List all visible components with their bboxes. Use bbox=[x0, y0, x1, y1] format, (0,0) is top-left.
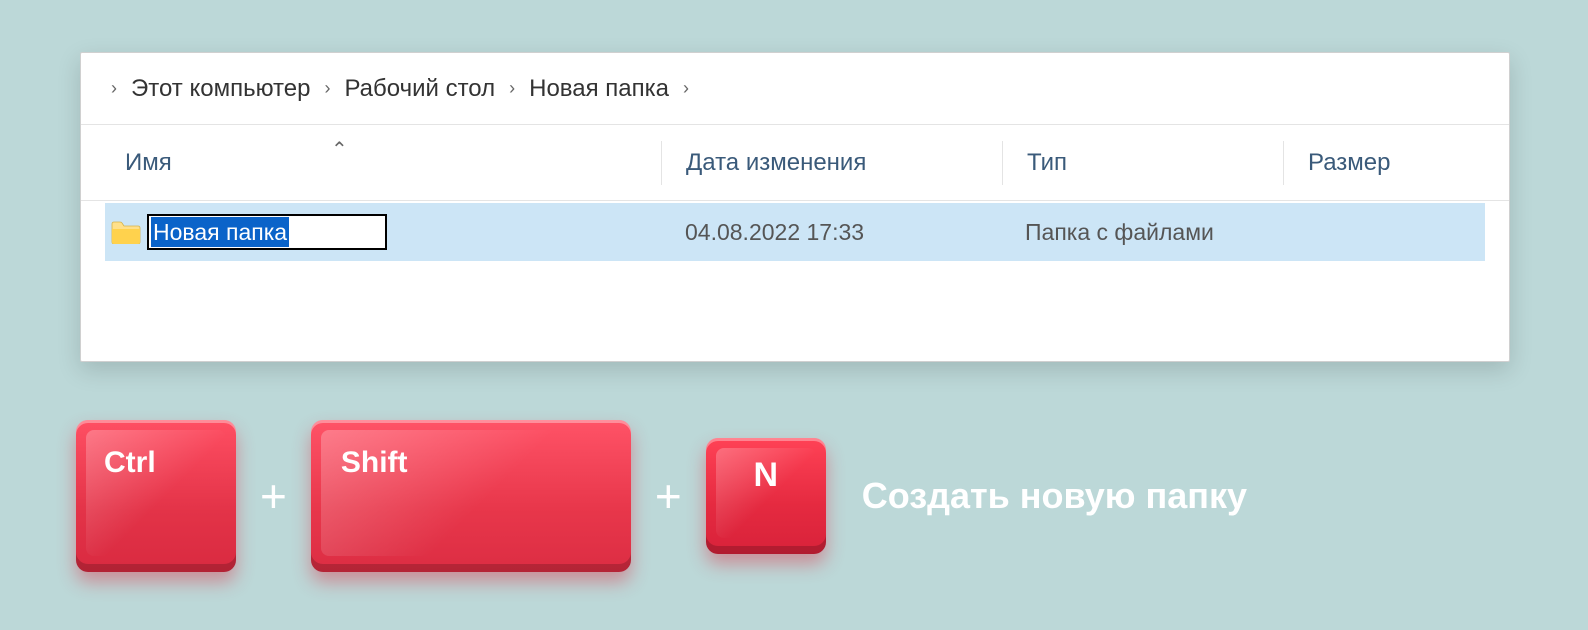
column-header-type[interactable]: Тип bbox=[1003, 149, 1283, 177]
breadcrumb[interactable]: › Этот компьютер › Рабочий стол › Новая … bbox=[81, 53, 1509, 125]
key-label: N bbox=[753, 456, 778, 495]
plus-separator: + bbox=[260, 469, 287, 523]
cell-type: Папка с файлами bbox=[1001, 219, 1281, 246]
file-row-selected[interactable]: Новая папка 04.08.2022 17:33 Папка с фай… bbox=[105, 203, 1485, 261]
key-label: Ctrl bbox=[104, 446, 156, 480]
column-header-label: Тип bbox=[1027, 149, 1067, 176]
explorer-window: › Этот компьютер › Рабочий стол › Новая … bbox=[80, 52, 1510, 362]
key-label: Shift bbox=[341, 446, 408, 480]
chevron-right-icon: › bbox=[683, 78, 689, 99]
shortcut-description: Создать новую папку bbox=[862, 475, 1247, 517]
column-header-label: Размер bbox=[1308, 149, 1391, 176]
column-headers: Имя ⌃ Дата изменения Тип Размер bbox=[81, 125, 1509, 201]
folder-icon bbox=[111, 220, 141, 244]
chevron-right-icon: › bbox=[509, 78, 515, 99]
column-header-label: Имя bbox=[125, 149, 172, 176]
rename-input-selection: Новая папка bbox=[151, 217, 289, 247]
rename-input[interactable]: Новая папка bbox=[147, 214, 387, 250]
column-header-label: Дата изменения bbox=[686, 149, 866, 176]
cell-date: 04.08.2022 17:33 bbox=[661, 219, 1001, 246]
column-header-name[interactable]: Имя ⌃ bbox=[81, 149, 661, 177]
breadcrumb-item[interactable]: Рабочий стол bbox=[344, 75, 495, 103]
sort-ascending-icon: ⌃ bbox=[331, 137, 348, 162]
key-n: N bbox=[706, 438, 826, 554]
breadcrumb-item[interactable]: Новая папка bbox=[529, 75, 669, 103]
key-shift: Shift bbox=[311, 420, 631, 572]
column-header-date[interactable]: Дата изменения bbox=[662, 149, 1002, 177]
chevron-right-icon: › bbox=[324, 78, 330, 99]
plus-separator: + bbox=[655, 469, 682, 523]
breadcrumb-item[interactable]: Этот компьютер bbox=[131, 75, 310, 103]
key-ctrl: Ctrl bbox=[76, 420, 236, 572]
column-header-size[interactable]: Размер bbox=[1284, 149, 1484, 177]
cell-name: Новая папка bbox=[105, 214, 661, 250]
shortcut-hint: Ctrl + Shift + N Создать новую папку bbox=[76, 420, 1247, 572]
chevron-right-icon: › bbox=[111, 78, 117, 99]
